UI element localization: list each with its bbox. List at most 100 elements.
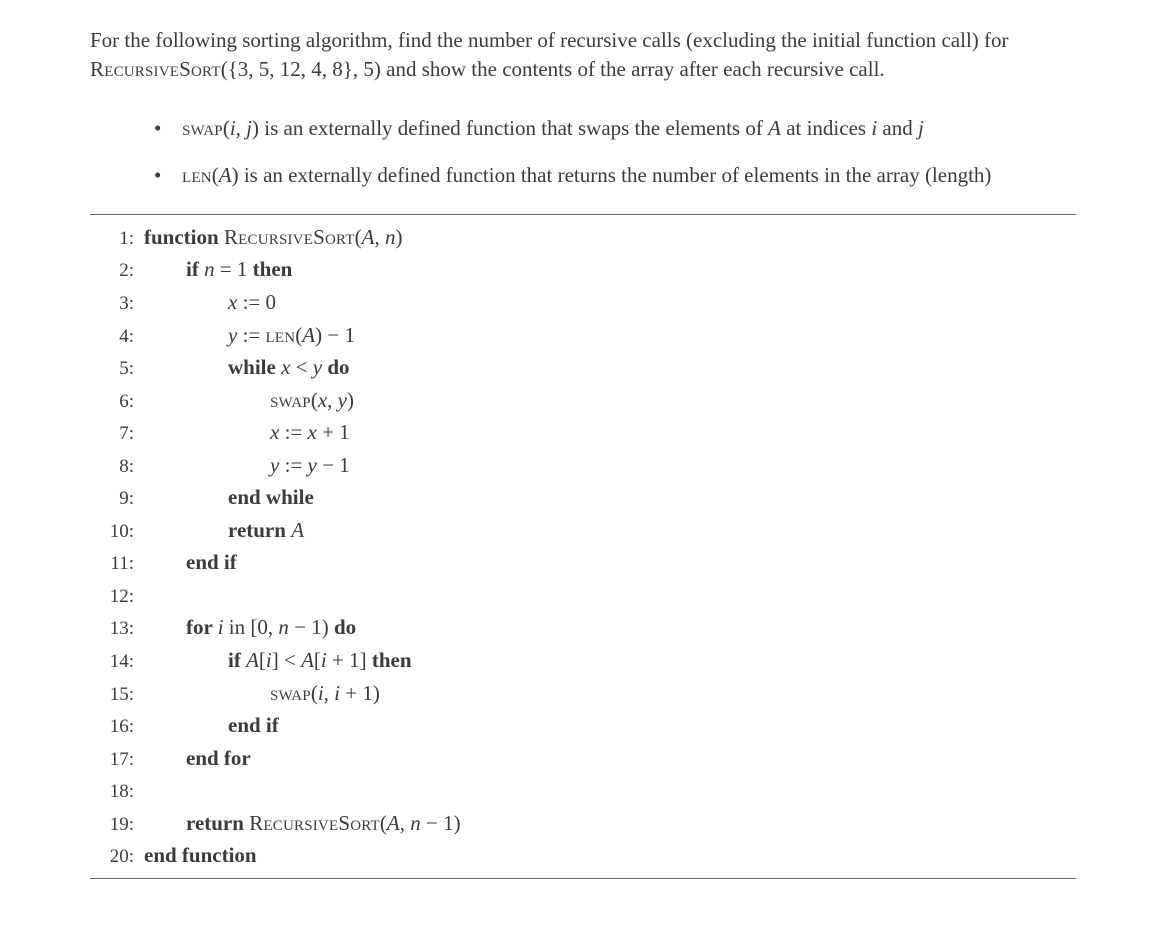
token: ) − 1 bbox=[315, 323, 355, 347]
identifier: A bbox=[302, 323, 315, 347]
algo-line: 10: return A bbox=[90, 514, 1076, 547]
algo-line: 8: y := y − 1 bbox=[90, 449, 1076, 482]
code-text: end if bbox=[144, 546, 237, 579]
token: , bbox=[327, 388, 338, 412]
token: = 1 bbox=[215, 257, 253, 281]
identifier: A bbox=[246, 648, 259, 672]
token: ( bbox=[311, 681, 318, 705]
algo-line: 9: end while bbox=[90, 481, 1076, 514]
problem-text-1: For the following sorting algorithm, fin… bbox=[90, 28, 1009, 52]
algo-line: 18: bbox=[90, 774, 1076, 807]
algo-line: 5: while x < y do bbox=[90, 351, 1076, 384]
algo-line: 14: if A[i] < A[i + 1] then bbox=[90, 644, 1076, 677]
algo-line: 6: swap(x, y) bbox=[90, 384, 1076, 417]
token: , bbox=[375, 225, 386, 249]
token: − 1) bbox=[289, 615, 334, 639]
keyword: return bbox=[228, 518, 291, 542]
len-desc: is an externally defined function that r… bbox=[239, 163, 992, 187]
algo-line: 11: end if bbox=[90, 546, 1076, 579]
line-number: 6: bbox=[90, 387, 144, 416]
algo-line: 17: end for bbox=[90, 742, 1076, 775]
token: , bbox=[324, 681, 335, 705]
definitions-list: swap(i, j) is an externally defined func… bbox=[90, 114, 1076, 190]
token: ( bbox=[355, 225, 362, 249]
token: [ bbox=[259, 648, 266, 672]
swap-desc-2: at indices bbox=[781, 116, 871, 140]
line-number: 13: bbox=[90, 614, 144, 643]
func-args: ({3, 5, 12, 4, 8}, 5) bbox=[221, 57, 381, 81]
token: ) bbox=[347, 388, 354, 412]
identifier: n bbox=[385, 225, 396, 249]
keyword: do bbox=[334, 615, 356, 639]
token: < bbox=[290, 355, 312, 379]
line-number: 7: bbox=[90, 419, 144, 448]
token: [ bbox=[314, 648, 321, 672]
algo-line: 19: return RecursiveSort(A, n − 1) bbox=[90, 807, 1076, 840]
token: + 1 bbox=[317, 420, 350, 444]
list-item: swap(i, j) is an externally defined func… bbox=[154, 114, 1076, 143]
identifier: x bbox=[308, 420, 317, 444]
line-number: 9: bbox=[90, 484, 144, 513]
keyword: function bbox=[144, 225, 224, 249]
code-text: end function bbox=[144, 839, 257, 872]
identifier: y bbox=[228, 323, 237, 347]
token: := bbox=[237, 323, 265, 347]
keyword: end for bbox=[186, 746, 251, 770]
code-text: end if bbox=[144, 709, 279, 742]
identifier: x bbox=[270, 420, 279, 444]
algo-line: 7: x := x + 1 bbox=[90, 416, 1076, 449]
token: + 1) bbox=[340, 681, 380, 705]
keyword: if bbox=[186, 257, 204, 281]
var-j: j bbox=[918, 116, 924, 140]
token: − 1) bbox=[421, 811, 461, 835]
problem-statement: For the following sorting algorithm, fin… bbox=[90, 26, 1076, 84]
code-text: end for bbox=[144, 742, 251, 775]
line-number: 14: bbox=[90, 647, 144, 676]
algo-line: 4: y := len(A) − 1 bbox=[90, 319, 1076, 352]
token: + 1] bbox=[327, 648, 372, 672]
line-number: 12: bbox=[90, 582, 144, 611]
code-text: if n = 1 then bbox=[144, 253, 292, 286]
algo-line: 3: x := 0 bbox=[90, 286, 1076, 319]
line-number: 10: bbox=[90, 517, 144, 546]
algo-line: 16: end if bbox=[90, 709, 1076, 742]
code-text bbox=[144, 579, 186, 612]
keyword: end if bbox=[186, 550, 237, 574]
line-number: 1: bbox=[90, 224, 144, 253]
func-call: RecursiveSort bbox=[249, 811, 380, 835]
algo-line: 13: for i in [0, n − 1) do bbox=[90, 611, 1076, 644]
line-number: 19: bbox=[90, 810, 144, 839]
token: ] < bbox=[272, 648, 301, 672]
identifier: y bbox=[270, 453, 279, 477]
token: ( bbox=[311, 388, 318, 412]
identifier: x bbox=[318, 388, 327, 412]
algo-line: 2: if n = 1 then bbox=[90, 253, 1076, 286]
code-text: x := 0 bbox=[144, 286, 276, 319]
algo-line: 12: bbox=[90, 579, 1076, 612]
line-number: 16: bbox=[90, 712, 144, 741]
identifier: y bbox=[313, 355, 322, 379]
keyword: end while bbox=[228, 485, 314, 509]
algo-line: 20:end function bbox=[90, 839, 1076, 872]
keyword: end function bbox=[144, 843, 257, 867]
func-call: RecursiveSort bbox=[224, 225, 355, 249]
identifier: A bbox=[362, 225, 375, 249]
var-A: A bbox=[768, 116, 781, 140]
algorithm-block: 1:function RecursiveSort(A, n)2: if n = … bbox=[90, 214, 1076, 879]
line-number: 4: bbox=[90, 322, 144, 351]
identifier: A bbox=[291, 518, 304, 542]
identifier: n bbox=[204, 257, 215, 281]
token: ) bbox=[396, 225, 403, 249]
func-call: swap bbox=[270, 681, 311, 705]
code-text: return RecursiveSort(A, n − 1) bbox=[144, 807, 461, 840]
keyword: while bbox=[228, 355, 281, 379]
swap-name: swap bbox=[182, 116, 223, 140]
line-number: 5: bbox=[90, 354, 144, 383]
line-number: 2: bbox=[90, 256, 144, 285]
line-number: 8: bbox=[90, 452, 144, 481]
token: − 1 bbox=[317, 453, 350, 477]
code-text: for i in [0, n − 1) do bbox=[144, 611, 356, 644]
code-text: y := len(A) − 1 bbox=[144, 319, 355, 352]
keyword: return bbox=[186, 811, 249, 835]
identifier: A bbox=[301, 648, 314, 672]
